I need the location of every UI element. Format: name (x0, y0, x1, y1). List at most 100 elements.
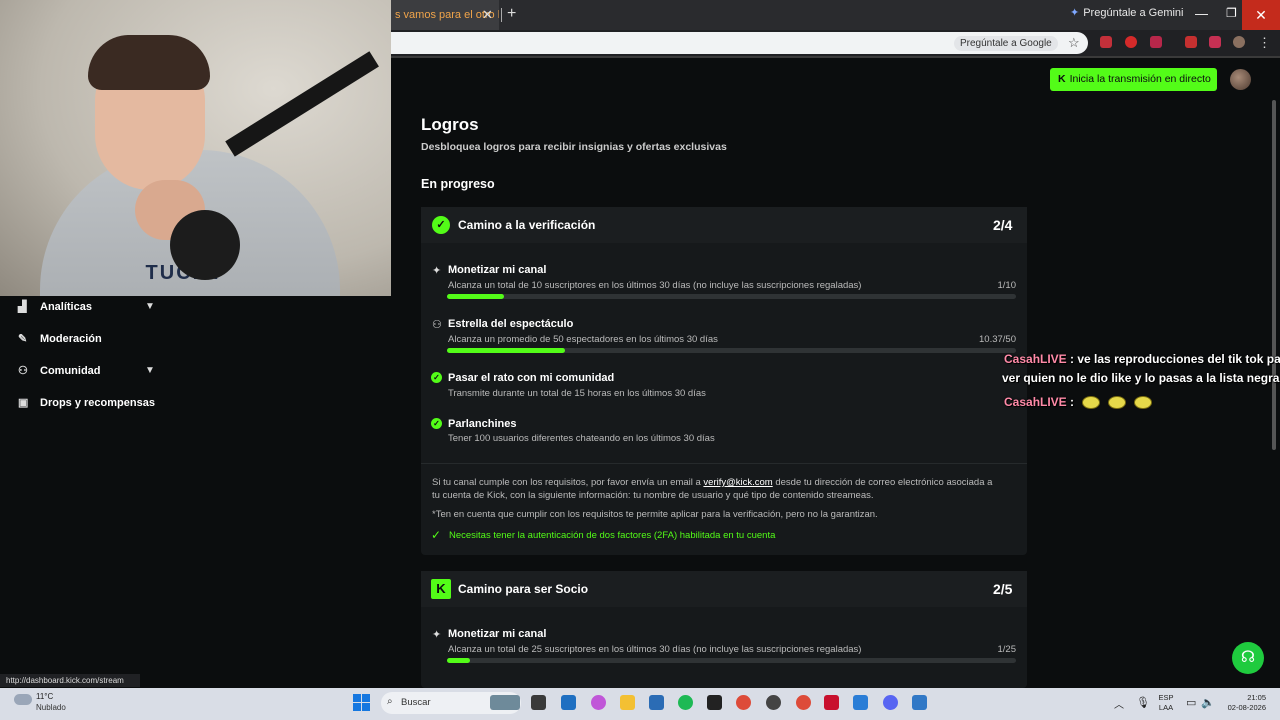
achievement-title: Monetizar mi canal (448, 264, 547, 276)
minimize-button[interactable]: — (1195, 6, 1208, 21)
check-icon: ✓ (431, 528, 442, 542)
scrollbar[interactable] (1272, 100, 1276, 450)
task-view-icon[interactable] (531, 695, 546, 710)
copilot-icon[interactable] (591, 695, 606, 710)
section-heading: En progreso (421, 177, 495, 191)
sidebar-item-drops[interactable]: ▣ Drops y recompensas (18, 396, 155, 409)
start-stream-label: Inicia la transmisión en directo (1069, 73, 1211, 85)
users-icon: ⚇ (18, 365, 28, 377)
close-window-button[interactable]: ✕ (1242, 0, 1280, 30)
language-layout: LAA (1158, 703, 1174, 712)
check-circle-icon: ✓ (431, 372, 442, 383)
card-divider (421, 463, 1027, 464)
sparkle-icon: ✦ (432, 265, 442, 277)
verify-email-link[interactable]: verify@kick.com (703, 477, 772, 488)
chat-message: CasahLIVE : (1004, 395, 1153, 410)
sidebar-item-analiticas[interactable]: ▟ Analíticas (18, 300, 92, 313)
extension-icon[interactable] (1125, 36, 1137, 48)
chat-username: CasahLIVE (1004, 395, 1067, 409)
new-tab-button[interactable]: + (507, 5, 516, 23)
progress-bar (447, 658, 1016, 663)
cloud-icon[interactable] (14, 694, 32, 705)
achievement-title: Monetizar mi canal (448, 628, 547, 640)
info-text: tu cuenta de Kick, con la siguiente info… (432, 490, 874, 501)
chart-icon: ▟ (18, 301, 27, 313)
support-chat-button[interactable]: ☊ (1232, 642, 1264, 674)
achievement-desc: Alcanza un promedio de 50 espectadores e… (448, 334, 718, 345)
kick-logo-icon: K (431, 579, 451, 599)
ask-google-button[interactable]: Pregúntale a Google (954, 36, 1058, 51)
language-indicator[interactable]: ESP LAA (1155, 693, 1177, 713)
maximize-button[interactable]: ❐ (1226, 6, 1237, 20)
file-explorer-icon[interactable] (620, 695, 635, 710)
chrome-icon[interactable] (796, 695, 811, 710)
webcam-person-hair (88, 35, 210, 90)
progress-bar-fill (447, 294, 504, 299)
achievement-title: Parlanchines (448, 418, 517, 430)
app-icon[interactable] (707, 695, 722, 710)
kick-icon: K (1058, 73, 1066, 85)
weather-desc[interactable]: Nublado (36, 703, 66, 712)
store-icon[interactable] (561, 695, 576, 710)
chrome-icon[interactable] (736, 695, 751, 710)
taskbar (0, 688, 1280, 720)
sidebar-item-comunidad[interactable]: ⚇ Comunidad (18, 364, 101, 377)
gemini-button[interactable]: ✦ Pregúntale a Gemini (1070, 6, 1184, 19)
twofa-requirement: Necesitas tener la autenticación de dos … (449, 530, 776, 541)
webcam-overlay: TUCKY (0, 0, 391, 296)
users-icon: ⚇ (432, 319, 442, 331)
chat-text: : ve las reproducciones del tik tok pa (1066, 352, 1280, 366)
tab-close-icon[interactable]: ✕ (482, 7, 493, 23)
volume-icon[interactable]: 🔈 (1201, 696, 1215, 709)
bookmark-star-icon[interactable]: ☆ (1068, 35, 1080, 51)
clock-time: 21:05 (1247, 693, 1266, 702)
sparkle-icon: ✦ (432, 629, 442, 641)
obs-icon[interactable] (766, 695, 781, 710)
menu-icon[interactable]: ⋮ (1258, 35, 1271, 51)
emote-icon (1108, 396, 1127, 410)
search-icon: ⌕ (387, 696, 393, 707)
search-highlight-icon[interactable] (490, 695, 520, 710)
page-title: Logros (421, 115, 479, 134)
app-icon[interactable] (912, 695, 927, 710)
achievement-progress: 1/10 (997, 280, 1017, 291)
sidebar-item-label: Drops y recompensas (40, 397, 155, 409)
chevron-down-icon[interactable]: ▼ (145, 365, 155, 376)
extension-icon[interactable] (1209, 36, 1221, 48)
emote-icon (1134, 396, 1153, 410)
download-icon[interactable] (1185, 36, 1197, 48)
info-text: Si tu canal cumple con los requisitos, p… (432, 477, 704, 488)
app-icon[interactable] (853, 695, 868, 710)
sidebar-item-label: Moderación (40, 333, 102, 345)
extension-icon[interactable] (1100, 36, 1112, 48)
achievement-desc: Tener 100 usuarios diferentes chateando … (448, 433, 715, 444)
extension-icon[interactable] (1150, 36, 1162, 48)
check-circle-icon: ✓ (431, 418, 442, 429)
avatar[interactable] (1230, 69, 1251, 90)
verification-card-title: Camino a la verificación (458, 218, 596, 232)
chat-message-continued: ver quien no le dio like y lo pasas a la… (1002, 371, 1280, 385)
chevron-up-icon[interactable]: ︿ (1114, 696, 1124, 711)
windows-start-icon[interactable] (353, 694, 371, 712)
clock[interactable]: 21:05 02-08-2026 (1220, 693, 1266, 713)
chevron-down-icon[interactable]: ▼ (145, 301, 155, 312)
emote-icon (1082, 396, 1101, 410)
shield-icon[interactable] (649, 695, 664, 710)
achievement-desc: Transmite durante un total de 15 horas e… (448, 388, 706, 399)
headset-icon: ☊ (1240, 649, 1256, 666)
start-stream-button[interactable]: K Inicia la transmisión en directo (1050, 68, 1217, 91)
profile-icon[interactable] (1233, 36, 1245, 48)
spotify-icon[interactable] (678, 695, 693, 710)
weather-temp[interactable]: 11°C (36, 692, 53, 701)
network-icon[interactable]: ▭ (1186, 696, 1196, 709)
chat-username: CasahLIVE (1004, 352, 1067, 366)
sidebar-item-moderacion[interactable]: ✎ Moderación (18, 332, 102, 345)
discord-icon[interactable] (883, 695, 898, 710)
achievement-title: Pasar el rato con mi comunidad (448, 372, 615, 384)
chat-text: : (1066, 395, 1075, 409)
microphone-tray-icon[interactable]: 🎙 (1136, 696, 1150, 709)
achievement-title: Estrella del espectáculo (448, 318, 574, 330)
sidebar-item-label: Analíticas (40, 301, 92, 313)
app-icon[interactable] (824, 695, 839, 710)
achievement-desc: Alcanza un total de 25 suscriptores en l… (448, 644, 862, 655)
